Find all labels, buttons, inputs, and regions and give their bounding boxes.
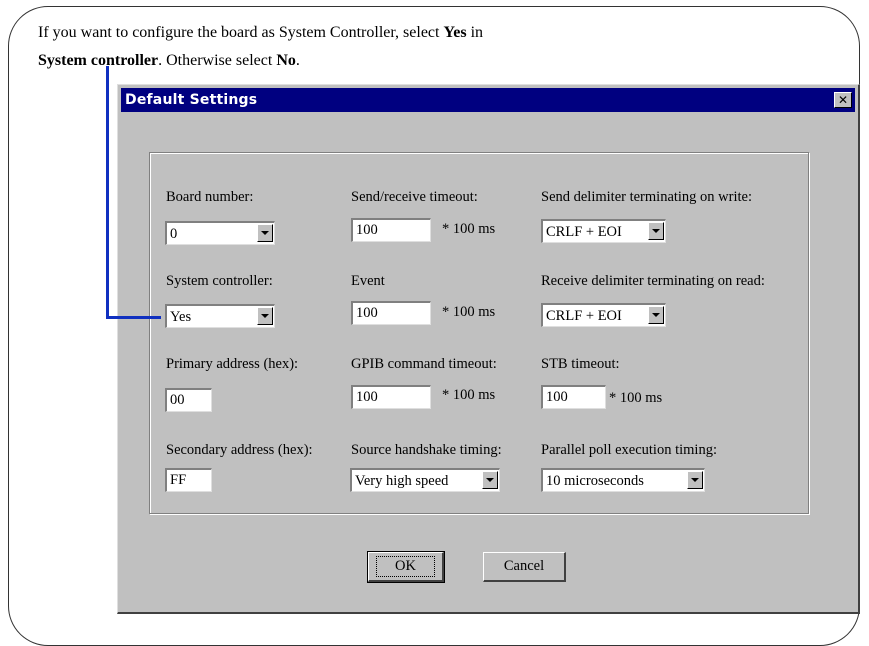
- instruction-text: If you want to configure the board as Sy…: [38, 24, 484, 69]
- receive-delimiter-label: Receive delimiter terminating on read:: [541, 273, 765, 289]
- receive-delimiter-dropdown[interactable]: CRLF + EOI: [541, 303, 666, 327]
- system-controller-dropdown[interactable]: Yes: [165, 304, 275, 328]
- chevron-down-icon: [486, 478, 494, 482]
- gpib-timeout-label: GPIB command timeout:: [351, 356, 497, 372]
- send-receive-timeout-unit: * 100 ms: [442, 221, 496, 237]
- secondary-address-input[interactable]: FF: [165, 468, 212, 492]
- default-settings-dialog: Default Settings ✕ Board number: 0 Syste…: [117, 84, 860, 614]
- cancel-button-label: Cancel: [503, 558, 545, 574]
- parallel-poll-dropdown[interactable]: 10 microseconds: [541, 468, 705, 492]
- system-controller-dropdown-button[interactable]: [257, 307, 273, 325]
- source-handshake-label: Source handshake timing:: [351, 442, 502, 458]
- secondary-address-label: Secondary address (hex):: [166, 442, 313, 458]
- board-number-label: Board number:: [166, 189, 254, 205]
- chevron-down-icon: [691, 478, 699, 482]
- send-receive-timeout-label: Send/receive timeout:: [351, 189, 478, 205]
- board-number-dropdown[interactable]: 0: [165, 221, 275, 245]
- ok-button[interactable]: OK: [367, 551, 445, 583]
- system-controller-value: Yes: [170, 309, 192, 325]
- system-controller-label: System controller:: [166, 273, 273, 289]
- stb-timeout-input[interactable]: 100: [541, 385, 606, 409]
- receive-delimiter-dropdown-button[interactable]: [648, 306, 664, 324]
- stb-timeout-label: STB timeout:: [541, 356, 620, 372]
- source-handshake-dropdown-button[interactable]: [482, 471, 498, 489]
- source-handshake-dropdown[interactable]: Very high speed: [350, 468, 500, 492]
- chevron-down-icon: [652, 229, 660, 233]
- parallel-poll-label: Parallel poll execution timing:: [541, 442, 717, 458]
- no-emphasis: No: [276, 52, 296, 69]
- yes-emphasis: Yes: [443, 24, 467, 41]
- dialog-titlebar[interactable]: Default Settings ✕: [121, 88, 855, 112]
- close-icon: ✕: [837, 93, 849, 107]
- settings-group: [149, 152, 809, 514]
- event-unit: * 100 ms: [442, 304, 496, 320]
- send-delimiter-dropdown[interactable]: CRLF + EOI: [541, 219, 666, 243]
- board-number-dropdown-button[interactable]: [257, 224, 273, 242]
- callout-line-vertical: [106, 66, 109, 319]
- send-delimiter-value: CRLF + EOI: [546, 224, 622, 240]
- event-input[interactable]: 100: [351, 301, 431, 325]
- send-delimiter-label: Send delimiter terminating on write:: [541, 189, 753, 205]
- dialog-title: Default Settings: [125, 92, 258, 108]
- system-controller-emphasis: System controller: [38, 52, 159, 69]
- receive-delimiter-value: CRLF + EOI: [546, 308, 622, 324]
- gpib-timeout-unit: * 100 ms: [442, 387, 496, 403]
- cancel-button[interactable]: Cancel: [483, 552, 566, 582]
- event-label: Event: [351, 273, 385, 289]
- chevron-down-icon: [261, 314, 269, 318]
- send-receive-timeout-input[interactable]: 100: [351, 218, 431, 242]
- parallel-poll-dropdown-button[interactable]: [687, 471, 703, 489]
- close-button[interactable]: ✕: [834, 92, 852, 108]
- parallel-poll-value: 10 microseconds: [546, 473, 644, 489]
- primary-address-input[interactable]: 00: [165, 388, 212, 412]
- ok-button-label: OK: [376, 556, 435, 577]
- source-handshake-value: Very high speed: [355, 473, 449, 489]
- gpib-timeout-input[interactable]: 100: [351, 385, 431, 409]
- stb-timeout-unit: * 100 ms: [609, 390, 663, 406]
- chevron-down-icon: [652, 313, 660, 317]
- callout-line-horizontal: [106, 316, 161, 319]
- send-delimiter-dropdown-button[interactable]: [648, 222, 664, 240]
- board-number-value: 0: [170, 226, 178, 242]
- chevron-down-icon: [261, 231, 269, 235]
- primary-address-label: Primary address (hex):: [166, 356, 299, 372]
